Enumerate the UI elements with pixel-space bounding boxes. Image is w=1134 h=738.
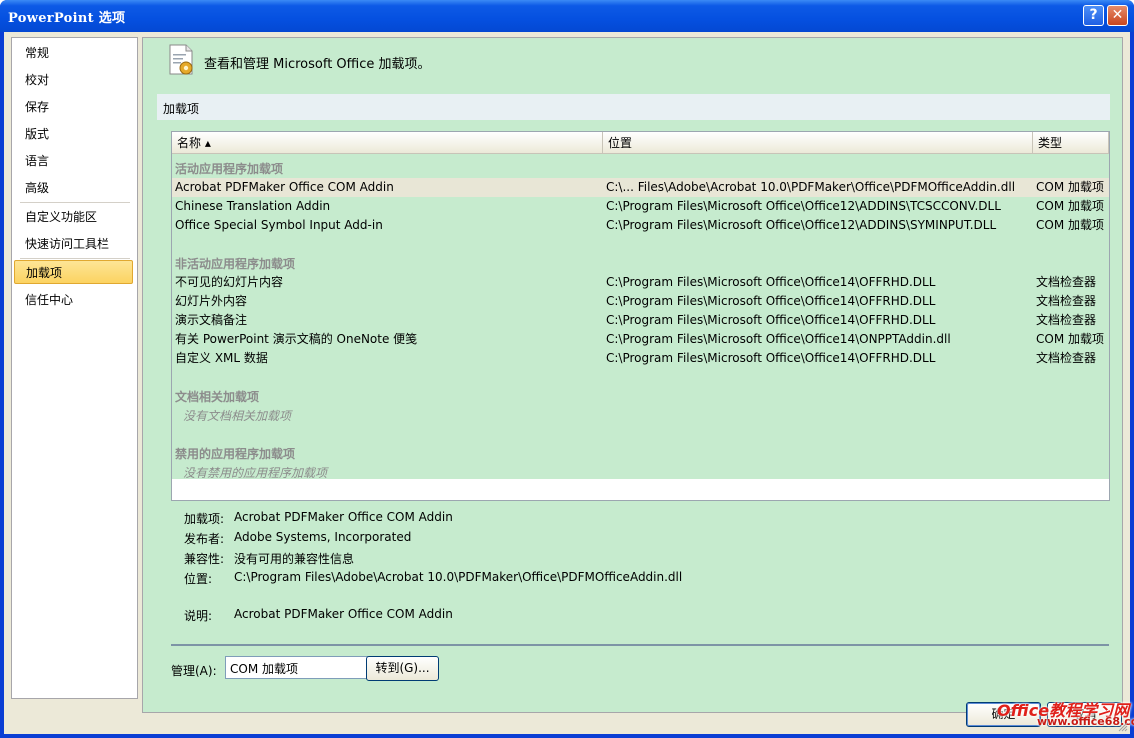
detail-addin-value: Acrobat PDFMaker Office COM Addin — [234, 510, 453, 524]
group-header-document: 文档相关加载项 — [175, 390, 260, 404]
dialog-client: 常规 校对 保存 版式 语言 高级 自定义功能区 快速访问工具栏 加载项 信任中… — [4, 32, 1134, 734]
detail-desc-value: Acrobat PDFMaker Office COM Addin — [234, 607, 453, 621]
title-bar[interactable]: PowerPoint 选项 ? ✕ — [0, 0, 1134, 32]
nav-item-proofing[interactable]: 校对 — [14, 68, 133, 92]
addin-settings-icon — [169, 44, 193, 75]
nav-item-trust-center[interactable]: 信任中心 — [14, 288, 133, 312]
options-dialog: PowerPoint 选项 ? ✕ 常规 校对 保存 版式 语言 高级 自定义功… — [0, 0, 1134, 738]
row-name: 有关 PowerPoint 演示文稿的 OneNote 便笺 — [175, 332, 418, 346]
row-type: COM 加载项 — [1036, 218, 1104, 232]
row-name: Acrobat PDFMaker Office COM Addin — [175, 180, 394, 194]
row-name: Office Special Symbol Input Add-in — [175, 218, 383, 232]
row-location: C:\Program Files\Microsoft Office\Office… — [606, 313, 936, 327]
detail-desc-label: 说明: — [184, 609, 213, 623]
row-name: 幻灯片外内容 — [175, 294, 248, 308]
row-location: C:\Program Files\Microsoft Office\Office… — [606, 294, 936, 308]
detail-compat-value: 没有可用的兼容性信息 — [234, 552, 355, 566]
detail-location-value: C:\Program Files\Adobe\Acrobat 10.0\PDFM… — [234, 570, 683, 584]
row-type: COM 加载项 — [1036, 180, 1104, 194]
detail-compat-label: 兼容性: — [184, 552, 225, 566]
detail-addin-label: 加载项: — [184, 512, 225, 526]
section-header: 加载项 — [157, 94, 1110, 120]
close-button[interactable]: ✕ — [1107, 5, 1128, 26]
nav-item-language[interactable]: 语言 — [14, 149, 133, 173]
nav-item-advanced[interactable]: 高级 — [14, 176, 133, 200]
resize-grip-icon[interactable] — [1118, 722, 1128, 732]
group-header-disabled: 禁用的应用程序加载项 — [175, 447, 296, 461]
addins-list-body: 名称 ▴ 位置 类型 活动应用程序加载项 Acrobat PDFMaker Of… — [172, 132, 1109, 480]
row-type: COM 加载项 — [1036, 332, 1104, 346]
addins-list[interactable]: 名称 ▴ 位置 类型 活动应用程序加载项 Acrobat PDFMaker Of… — [171, 131, 1110, 501]
goto-button[interactable]: 转到(G)... — [366, 656, 439, 681]
nav-item-save[interactable]: 保存 — [14, 95, 133, 119]
row-location: C:\Program Files\Microsoft Office\Office… — [606, 199, 1001, 213]
column-header-location[interactable]: 位置 — [603, 132, 1033, 154]
row-location: C:\Program Files\Microsoft Office\Office… — [606, 218, 997, 232]
row-location: C:\Program Files\Microsoft Office\Office… — [606, 275, 936, 289]
row-type: 文档检查器 — [1036, 351, 1097, 365]
row-name: 演示文稿备注 — [175, 313, 248, 327]
row-type: 文档检查器 — [1036, 313, 1097, 327]
nav-item-general[interactable]: 常规 — [14, 41, 133, 65]
table-row[interactable]: 不可见的幻灯片内容 C:\Program Files\Microsoft Off… — [172, 273, 1109, 292]
nav-divider — [20, 258, 130, 259]
table-row[interactable]: 有关 PowerPoint 演示文稿的 OneNote 便笺 C:\Progra… — [172, 330, 1109, 349]
manage-select-value: COM 加载项 — [230, 662, 298, 676]
row-type: 文档检查器 — [1036, 294, 1097, 308]
row-type: COM 加载项 — [1036, 199, 1104, 213]
table-row[interactable]: 自定义 XML 数据 C:\Program Files\Microsoft Of… — [172, 349, 1109, 368]
row-location: C:\Program Files\Microsoft Office\Office… — [606, 332, 951, 346]
group-header-active: 活动应用程序加载项 — [175, 162, 284, 176]
table-row[interactable]: 演示文稿备注 C:\Program Files\Microsoft Office… — [172, 311, 1109, 330]
addins-panel: 查看和管理 Microsoft Office 加载项。 加载项 名称 ▴ 位置 … — [142, 37, 1123, 713]
header-text: 查看和管理 Microsoft Office 加载项。 — [204, 57, 431, 72]
column-header-type[interactable]: 类型 — [1033, 132, 1109, 154]
table-row[interactable]: Office Special Symbol Input Add-in C:\Pr… — [172, 216, 1109, 235]
nav-item-customize-ribbon[interactable]: 自定义功能区 — [14, 205, 133, 229]
manage-label: 管理(A): — [171, 664, 217, 678]
row-name: 不可见的幻灯片内容 — [175, 275, 284, 289]
nav-item-layout[interactable]: 版式 — [14, 122, 133, 146]
group-header-inactive: 非活动应用程序加载项 — [175, 257, 296, 271]
nav-item-quick-access[interactable]: 快速访问工具栏 — [14, 232, 133, 256]
nav-divider — [20, 202, 130, 203]
nav-item-addins[interactable]: 加载项 — [14, 260, 133, 284]
panel-divider — [171, 644, 1109, 646]
table-row[interactable]: 幻灯片外内容 C:\Program Files\Microsoft Office… — [172, 292, 1109, 311]
row-type: 文档检查器 — [1036, 275, 1097, 289]
row-location: C:\Program Files\Microsoft Office\Office… — [606, 351, 936, 365]
table-row[interactable]: Acrobat PDFMaker Office COM Addin C:\...… — [172, 178, 1109, 197]
empty-document-addins: 没有文档相关加载项 — [183, 409, 292, 423]
row-location: C:\... Files\Adobe\Acrobat 10.0\PDFMaker… — [606, 180, 1016, 194]
category-nav: 常规 校对 保存 版式 语言 高级 自定义功能区 快速访问工具栏 加载项 信任中… — [11, 37, 138, 699]
empty-disabled-addins: 没有禁用的应用程序加载项 — [183, 466, 328, 480]
section-title: 加载项 — [163, 102, 200, 116]
row-name: 自定义 XML 数据 — [175, 351, 268, 365]
help-button[interactable]: ? — [1083, 5, 1104, 26]
detail-publisher-value: Adobe Systems, Incorporated — [234, 530, 412, 544]
watermark-logo: Office教程学习网 www.office68.com — [997, 697, 1134, 728]
table-row[interactable]: Chinese Translation Addin C:\Program Fil… — [172, 197, 1109, 216]
column-header-name[interactable]: 名称 ▴ — [172, 132, 603, 154]
detail-publisher-label: 发布者: — [184, 532, 225, 546]
row-name: Chinese Translation Addin — [175, 199, 331, 213]
detail-location-label: 位置: — [184, 572, 213, 586]
window-title: PowerPoint 选项 — [8, 11, 126, 26]
